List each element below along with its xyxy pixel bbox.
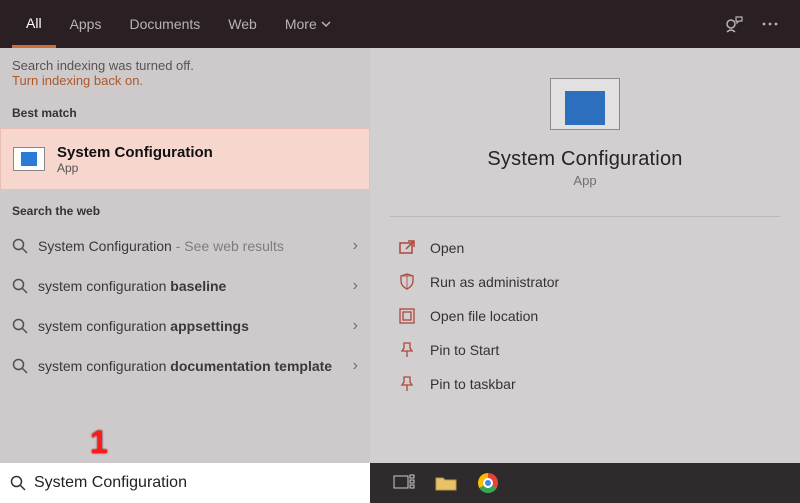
web-result[interactable]: System Configuration - See web results › bbox=[0, 226, 370, 266]
detail-action[interactable]: Open bbox=[398, 231, 772, 265]
search-icon bbox=[12, 278, 28, 294]
web-result[interactable]: system configuration appsettings › bbox=[0, 306, 370, 346]
detail-action[interactable]: Run as administrator bbox=[398, 265, 772, 299]
taskbar-search-box[interactable] bbox=[0, 463, 370, 503]
best-match-result[interactable]: System Configuration App bbox=[0, 128, 370, 190]
search-header: All Apps Documents Web More bbox=[0, 0, 800, 48]
folder-glyph bbox=[435, 474, 457, 492]
detail-pane: System Configuration App Open Run as adm… bbox=[370, 48, 800, 463]
best-match-title: System Configuration bbox=[57, 144, 213, 161]
chevron-down-icon bbox=[321, 19, 331, 29]
detail-action[interactable]: Open file location bbox=[398, 299, 772, 333]
action-label: Open bbox=[430, 240, 464, 256]
search-input[interactable] bbox=[34, 474, 360, 492]
action-label: Pin to Start bbox=[430, 342, 499, 358]
action-icon bbox=[398, 341, 416, 359]
taskbar bbox=[0, 463, 800, 503]
tab-label: Documents bbox=[129, 16, 200, 32]
tab-label: Web bbox=[228, 16, 257, 32]
tab-documents[interactable]: Documents bbox=[115, 0, 214, 48]
tab-web[interactable]: Web bbox=[214, 0, 271, 48]
tab-all[interactable]: All bbox=[12, 0, 56, 48]
tab-label: Apps bbox=[70, 16, 102, 32]
web-result-text: system configuration documentation templ… bbox=[38, 358, 345, 374]
web-result[interactable]: system configuration baseline › bbox=[0, 266, 370, 306]
taskview-glyph bbox=[393, 474, 415, 492]
action-label: Run as administrator bbox=[430, 274, 559, 290]
system-configuration-icon bbox=[13, 147, 45, 171]
chevron-right-icon[interactable]: › bbox=[345, 237, 358, 255]
tab-label: More bbox=[285, 16, 317, 32]
chevron-right-icon[interactable]: › bbox=[345, 317, 358, 335]
web-result-text: system configuration baseline bbox=[38, 278, 345, 294]
chrome-icon[interactable] bbox=[476, 471, 500, 495]
search-icon bbox=[12, 318, 28, 334]
detail-action[interactable]: Pin to taskbar bbox=[398, 367, 772, 401]
detail-subtitle: App bbox=[573, 173, 596, 188]
best-match-subtitle: App bbox=[57, 161, 213, 175]
best-match-heading: Best match bbox=[0, 92, 370, 128]
results-column: Search indexing was turned off. Turn ind… bbox=[0, 48, 370, 463]
detail-action[interactable]: Pin to Start bbox=[398, 333, 772, 367]
tab-more[interactable]: More bbox=[271, 0, 345, 48]
chevron-right-icon[interactable]: › bbox=[345, 357, 358, 375]
detail-actions: Open Run as administrator Open file loca… bbox=[370, 217, 800, 415]
detail-header: System Configuration App bbox=[370, 48, 800, 198]
web-result-text: System Configuration - See web results bbox=[38, 238, 345, 254]
task-view-icon[interactable] bbox=[392, 471, 416, 495]
ellipsis-icon bbox=[761, 15, 779, 33]
indexing-off-text: Search indexing was turned off. bbox=[12, 58, 358, 73]
search-icon bbox=[12, 358, 28, 374]
action-icon bbox=[398, 307, 416, 325]
search-icon bbox=[12, 238, 28, 254]
action-label: Open file location bbox=[430, 308, 538, 324]
action-icon bbox=[398, 273, 416, 291]
more-options-icon[interactable] bbox=[752, 6, 788, 42]
search-main: Search indexing was turned off. Turn ind… bbox=[0, 48, 800, 463]
tab-apps[interactable]: Apps bbox=[56, 0, 116, 48]
web-result-text: system configuration appsettings bbox=[38, 318, 345, 334]
file-explorer-icon[interactable] bbox=[434, 471, 458, 495]
indexing-turn-on-link[interactable]: Turn indexing back on. bbox=[12, 73, 358, 88]
action-icon bbox=[398, 375, 416, 393]
person-feedback-icon bbox=[724, 14, 744, 34]
detail-app-icon bbox=[550, 78, 620, 130]
chrome-glyph bbox=[478, 473, 498, 493]
taskbar-icons bbox=[370, 471, 500, 495]
search-web-heading: Search the web bbox=[0, 190, 370, 226]
chevron-right-icon[interactable]: › bbox=[345, 277, 358, 295]
indexing-notice: Search indexing was turned off. Turn ind… bbox=[0, 48, 370, 92]
detail-title: System Configuration bbox=[487, 148, 682, 171]
action-icon bbox=[398, 239, 416, 257]
tab-label: All bbox=[26, 15, 42, 31]
search-icon bbox=[10, 475, 26, 491]
action-label: Pin to taskbar bbox=[430, 376, 516, 392]
feedback-icon[interactable] bbox=[716, 6, 752, 42]
web-result[interactable]: system configuration documentation templ… bbox=[0, 346, 370, 386]
